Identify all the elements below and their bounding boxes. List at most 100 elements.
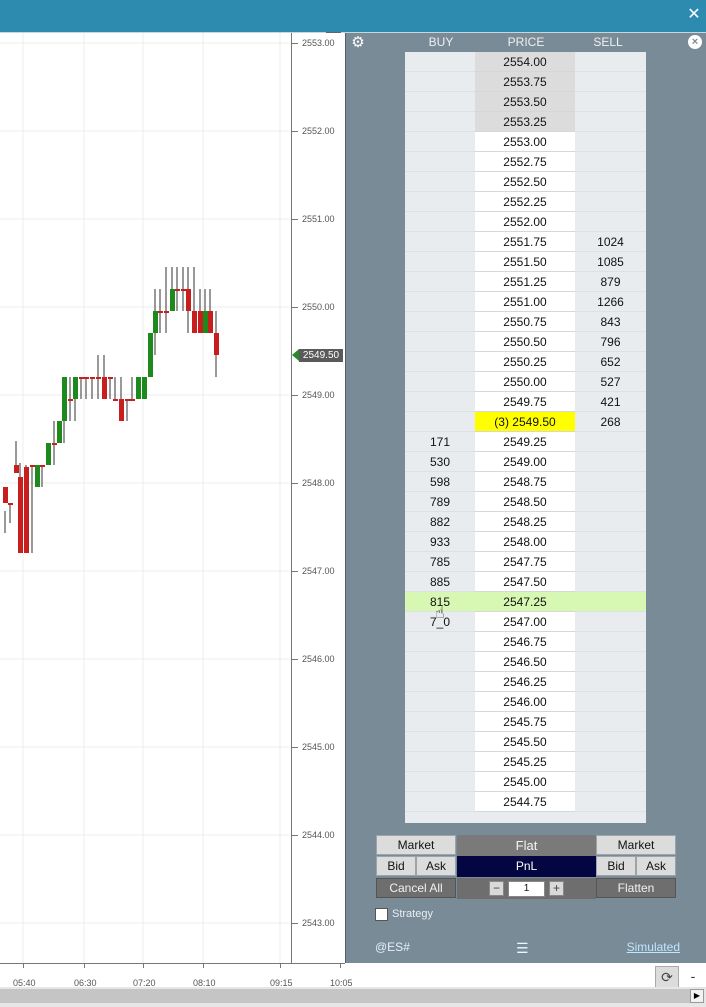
sell-size-cell[interactable] <box>575 172 646 192</box>
ladder-row[interactable]: 2545.25 <box>405 752 646 772</box>
ladder-row[interactable]: 2550.50 796 <box>405 332 646 352</box>
sell-size-cell[interactable] <box>575 472 646 492</box>
cancel-all-button[interactable]: Cancel All <box>376 878 456 898</box>
price-cell[interactable]: 2547.50 <box>475 572 575 592</box>
price-axis[interactable]: 2549.50 2553.00 2552.00 2551.00 2550.00 2549… <box>291 33 346 963</box>
ladder-row[interactable]: 2552.75 <box>405 152 646 172</box>
sell-size-cell[interactable] <box>575 752 646 772</box>
ladder-row[interactable]: 2551.25 879 <box>405 272 646 292</box>
ladder-row[interactable]: (3) 2549.50 268 <box>405 412 646 432</box>
buy-size-cell[interactable] <box>405 732 475 752</box>
sell-size-cell[interactable] <box>575 72 646 92</box>
buy-size-cell[interactable] <box>405 212 475 232</box>
price-chart[interactable] <box>0 33 292 963</box>
sell-size-cell[interactable] <box>575 152 646 172</box>
ladder-row[interactable]: 885 2547.50 <box>405 572 646 592</box>
price-cell[interactable]: 2551.25 <box>475 272 575 292</box>
properties-icon[interactable]: ☰ <box>516 940 529 957</box>
ladder-row[interactable]: 2552.00 <box>405 212 646 232</box>
ask-sell-button[interactable]: Ask <box>636 856 676 876</box>
sell-size-cell[interactable] <box>575 192 646 212</box>
sell-size-cell[interactable]: 421 <box>575 392 646 412</box>
ladder-row[interactable]: 2553.25 <box>405 112 646 132</box>
sell-size-cell[interactable] <box>575 632 646 652</box>
price-cell[interactable]: 2553.75 <box>475 72 575 92</box>
price-cell[interactable]: 2550.25 <box>475 352 575 372</box>
buy-size-cell[interactable] <box>405 772 475 792</box>
sell-size-cell[interactable] <box>575 652 646 672</box>
sell-size-cell[interactable] <box>575 492 646 512</box>
sell-size-cell[interactable] <box>575 572 646 592</box>
time-axis[interactable]: 05:40 06:30 07:20 08:10 09:15 10:05 <box>0 963 353 988</box>
buy-size-cell[interactable]: 171 <box>405 432 475 452</box>
ladder-row[interactable]: 2545.00 <box>405 772 646 792</box>
ladder-row[interactable]: 933 2548.00 <box>405 532 646 552</box>
price-cell[interactable]: 2550.75 <box>475 312 575 332</box>
sell-size-cell[interactable] <box>575 612 646 632</box>
sell-size-cell[interactable] <box>575 592 646 612</box>
ask-buy-button[interactable]: Ask <box>416 856 456 876</box>
sell-size-cell[interactable] <box>575 552 646 572</box>
buy-size-cell[interactable] <box>405 672 475 692</box>
ladder-row[interactable]: 598 2548.75 <box>405 472 646 492</box>
price-cell[interactable]: 2552.50 <box>475 172 575 192</box>
price-cell[interactable]: 2552.25 <box>475 192 575 212</box>
sell-size-cell[interactable] <box>575 432 646 452</box>
price-cell[interactable]: 2548.00 <box>475 532 575 552</box>
buy-size-cell[interactable] <box>405 272 475 292</box>
sell-size-cell[interactable]: 843 <box>575 312 646 332</box>
buy-size-cell[interactable] <box>405 112 475 132</box>
buy-size-cell[interactable] <box>405 172 475 192</box>
sell-size-cell[interactable]: 652 <box>575 352 646 372</box>
ladder-row[interactable]: 2552.25 <box>405 192 646 212</box>
ladder-row[interactable]: 2546.25 <box>405 672 646 692</box>
sell-size-cell[interactable]: 1024 <box>575 232 646 252</box>
buy-size-cell[interactable] <box>405 192 475 212</box>
buy-size-cell[interactable] <box>405 752 475 772</box>
decrease-quantity-button[interactable]: − <box>489 881 504 896</box>
sell-size-cell[interactable] <box>575 532 646 552</box>
buy-size-cell[interactable]: 789 <box>405 492 475 512</box>
buy-size-cell[interactable] <box>405 92 475 112</box>
ladder-row[interactable]: 2552.50 <box>405 172 646 192</box>
buy-size-cell[interactable] <box>405 392 475 412</box>
ladder-row[interactable]: 2549.75 421 <box>405 392 646 412</box>
price-cell[interactable]: 2549.00 <box>475 452 575 472</box>
ladder-row[interactable]: 2545.75 <box>405 712 646 732</box>
price-cell[interactable]: 2549.75 <box>475 392 575 412</box>
increase-quantity-button[interactable]: + <box>549 881 564 896</box>
sell-size-cell[interactable] <box>575 92 646 112</box>
sell-size-cell[interactable]: 527 <box>575 372 646 392</box>
buy-size-cell[interactable]: 882 <box>405 512 475 532</box>
sell-size-cell[interactable] <box>575 112 646 132</box>
price-cell[interactable]: 2548.75 <box>475 472 575 492</box>
price-cell[interactable]: 2548.50 <box>475 492 575 512</box>
zoom-out-button[interactable]: - <box>683 966 703 988</box>
buy-size-cell[interactable] <box>405 692 475 712</box>
ladder-row[interactable]: 2551.75 1024 <box>405 232 646 252</box>
buy-size-cell[interactable] <box>405 792 475 812</box>
ladder-row[interactable]: 2551.00 1266 <box>405 292 646 312</box>
price-cell[interactable]: 2552.75 <box>475 152 575 172</box>
quantity-input[interactable]: 1 <box>508 881 545 897</box>
buy-size-cell[interactable]: 885 <box>405 572 475 592</box>
price-cell[interactable]: 2550.50 <box>475 332 575 352</box>
ladder-row[interactable]: 2550.25 652 <box>405 352 646 372</box>
ladder-row[interactable]: 2545.50 <box>405 732 646 752</box>
buy-size-cell[interactable] <box>405 312 475 332</box>
ladder-row[interactable]: 530 2549.00 <box>405 452 646 472</box>
reload-icon[interactable]: ⟳ <box>655 966 679 988</box>
price-cell[interactable]: 2554.00 <box>475 52 575 72</box>
price-cell[interactable]: (3) 2549.50 <box>475 412 575 432</box>
buy-size-cell[interactable]: 530 <box>405 452 475 472</box>
bid-sell-button[interactable]: Bid <box>596 856 636 876</box>
ladder-row[interactable]: 2546.00 <box>405 692 646 712</box>
sell-size-cell[interactable] <box>575 692 646 712</box>
price-cell[interactable]: 2545.00 <box>475 772 575 792</box>
price-cell[interactable]: 2545.75 <box>475 712 575 732</box>
market-buy-button[interactable]: Market <box>376 835 456 855</box>
ladder-row[interactable]: 785 2547.75 <box>405 552 646 572</box>
price-cell[interactable]: 2545.50 <box>475 732 575 752</box>
price-ladder[interactable]: 2554.00 2553.75 2553.50 2553.25 2553.00 2552.… <box>405 52 646 823</box>
price-cell[interactable]: 2551.75 <box>475 232 575 252</box>
